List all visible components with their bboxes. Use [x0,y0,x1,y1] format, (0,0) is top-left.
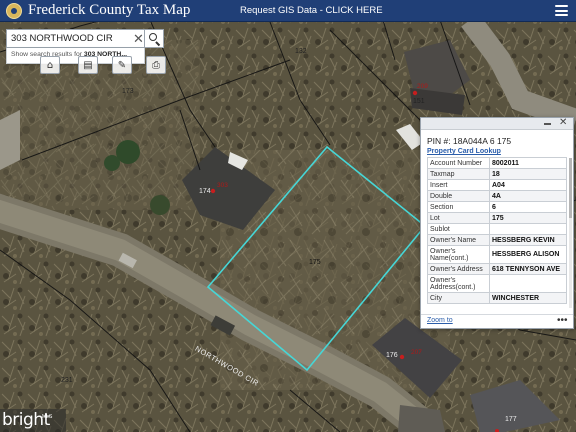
attribute-value: WINCHESTER [489,292,567,304]
table-row: Owner's Address(cont.) [427,274,567,293]
measure-button[interactable]: ✎ [112,56,132,74]
table-row: Account Number 8002011 [427,157,567,169]
search-input[interactable]: 303 NORTHWOOD CIR ✕ [6,29,145,48]
attribute-value [489,274,567,293]
app-title: Frederick County Tax Map [28,2,191,18]
layers-button[interactable]: ▤ [78,56,98,74]
minimize-icon[interactable] [544,123,551,125]
home-icon: ⌂ [46,60,54,71]
print-icon: ⎙ [152,60,160,71]
table-row: Lot 175 [427,212,567,224]
property-card-link[interactable]: Property Card Lookup [427,148,501,155]
parcel-label: 175 [309,259,321,266]
table-row: Owner's Address 618 TENNYSON AVE [427,263,567,275]
close-icon[interactable]: ✕ [559,117,567,129]
app-header: Frederick County Tax Map Request GIS Dat… [0,0,576,22]
popup-scrollbar[interactable] [569,158,572,308]
attribute-table: Account Number 8002011 Taxmap 18 Insert A04… [427,157,567,304]
watermark-sub: MLS [42,414,53,420]
parcel-label: 231 [61,377,73,384]
parcel-popup: ✕ PIN #: 18A044A 6 175 Property Card Loo… [420,117,574,329]
search-button[interactable] [145,29,164,48]
parcel-label: 176 [386,352,398,359]
popup-titlebar: ✕ [421,117,573,130]
attribute-value: 4A [489,190,567,202]
home-button[interactable]: ⌂ [40,56,60,74]
attribute-value: HESSBERG ALISON [489,245,567,264]
parcel-label: 151 [413,98,425,105]
address-label: 207 [411,349,422,356]
attribute-value: 175 [489,212,567,224]
popup-title: PIN #: 18A044A 6 175 [427,136,512,146]
bright-mls-watermark: bright MLS [0,409,66,432]
hamburger-menu-icon[interactable] [555,5,568,16]
attribute-value: 18 [489,168,567,180]
table-row: Owner's Name(cont.) HESSBERG ALISON [427,245,567,264]
measure-icon: ✎ [117,60,127,71]
attribute-key: Owner's Address(cont.) [427,274,490,293]
attribute-value: 6 [489,201,567,213]
attribute-value: 8002011 [489,157,567,169]
table-row: Double 4A [427,190,567,202]
table-row: Section 6 [427,201,567,213]
table-row: Taxmap 18 [427,168,567,180]
attribute-key: Owner's Address [427,263,490,275]
attribute-key: Lot [427,212,490,224]
print-button[interactable]: ⎙ [146,56,166,74]
attribute-key: Sublot [427,223,490,235]
popup-footer: Zoom to ••• [421,314,573,328]
search-icon [149,33,157,41]
attribute-key: Double [427,190,490,202]
address-label: 209 [417,83,428,90]
address-label: 303 [217,182,228,189]
clear-search-icon[interactable]: ✕ [133,31,144,46]
parcel-label: 132 [295,48,307,55]
attribute-value: HESSBERG KEVIN [489,234,567,246]
parcel-label: 174 [199,188,211,195]
attribute-key: Section [427,201,490,213]
attribute-key: Insert [427,179,490,191]
table-row: Sublot [427,223,567,235]
table-row: Owner's Name HESSBERG KEVIN [427,234,567,246]
attribute-value [489,223,567,235]
table-row: Insert A04 [427,179,567,191]
attribute-value: 618 TENNYSON AVE [489,263,567,275]
layers-icon: ▤ [83,60,93,71]
attribute-key: Account Number [427,157,490,169]
attribute-key: Owner's Name(cont.) [427,245,490,264]
more-options-icon[interactable]: ••• [557,315,568,326]
parcel-label: 173 [122,88,134,95]
request-gis-data-link[interactable]: Request GIS Data - CLICK HERE [240,5,383,16]
table-row: City WINCHESTER [427,292,567,304]
search-input-value: 303 NORTHWOOD CIR [11,33,113,44]
attribute-value: A04 [489,179,567,191]
county-seal-icon [6,3,22,19]
zoom-to-link[interactable]: Zoom to [427,317,453,324]
attribute-key: Taxmap [427,168,490,180]
parcel-label: 177 [505,416,517,423]
attribute-key: Owner's Name [427,234,490,246]
attribute-key: City [427,292,490,304]
